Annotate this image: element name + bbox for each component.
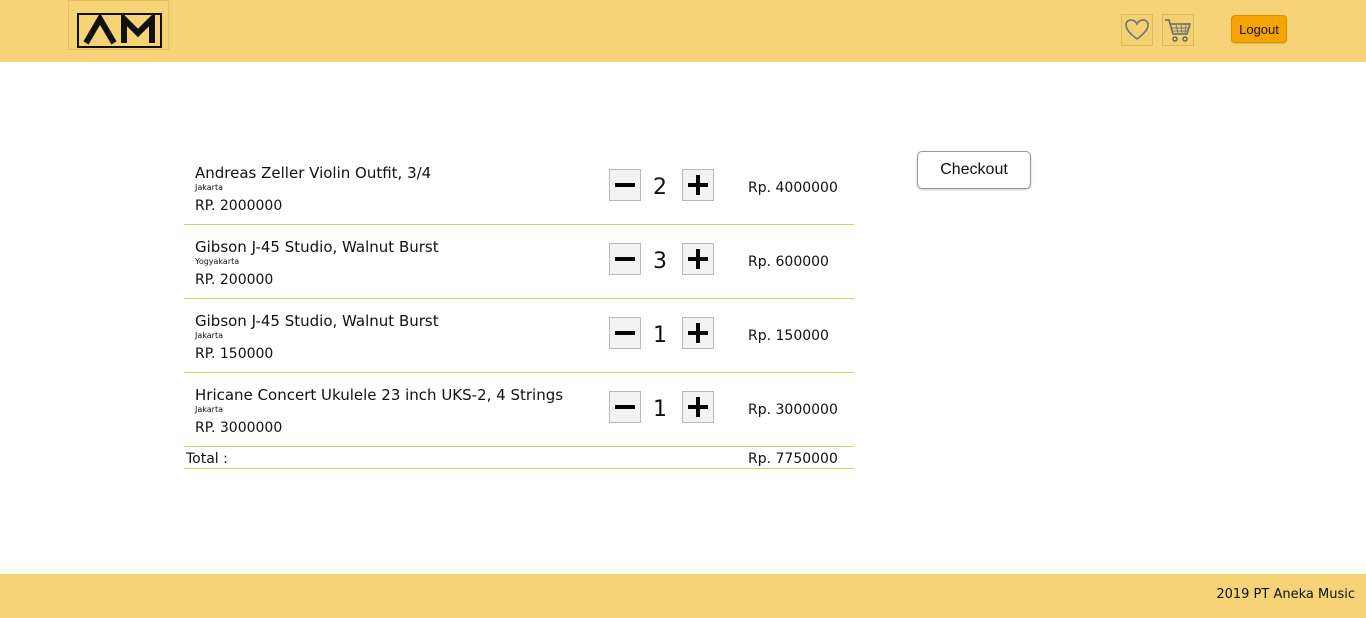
checkout-button[interactable]: Checkout <box>917 151 1031 189</box>
minus-icon <box>615 183 635 187</box>
minus-icon <box>615 257 635 261</box>
product-name: Andreas Zeller Violin Outfit, 3/4 <box>195 164 432 182</box>
product-city: Jakarta <box>195 331 223 340</box>
cart-list: Andreas Zeller Violin Outfit, 3/4 Jakart… <box>184 151 854 469</box>
quantity-value: 1 <box>653 397 667 422</box>
increase-quantity-button[interactable] <box>682 391 714 423</box>
am-logo-icon <box>77 13 162 48</box>
cart-row: Andreas Zeller Violin Outfit, 3/4 Jakart… <box>184 151 854 225</box>
cart-button[interactable] <box>1162 14 1194 46</box>
increase-quantity-button[interactable] <box>682 169 714 201</box>
product-name: Hricane Concert Ukulele 23 inch UKS-2, 4… <box>195 386 564 404</box>
plus-icon <box>688 397 708 417</box>
quantity-value: 2 <box>653 175 667 200</box>
product-name: Gibson J-45 Studio, Walnut Burst <box>195 312 439 330</box>
item-subtotal: Rp. 600000 <box>748 254 829 270</box>
product-name: Gibson J-45 Studio, Walnut Burst <box>195 238 439 256</box>
increase-quantity-button[interactable] <box>682 317 714 349</box>
product-city: Yogyakarta <box>195 257 240 266</box>
product-city: Jakarta <box>195 183 223 192</box>
product-city: Jakarta <box>195 405 223 414</box>
item-subtotal: Rp. 4000000 <box>748 180 838 196</box>
plus-icon <box>688 175 708 195</box>
product-price: RP. 200000 <box>195 272 274 288</box>
logout-button[interactable]: Logout <box>1231 15 1287 43</box>
cart-row: Gibson J-45 Studio, Walnut Burst Jakarta… <box>184 299 854 373</box>
product-price: RP. 2000000 <box>195 198 283 214</box>
increase-quantity-button[interactable] <box>682 243 714 275</box>
item-subtotal: Rp. 150000 <box>748 328 829 344</box>
plus-icon <box>688 323 708 343</box>
plus-icon <box>688 249 708 269</box>
decrease-quantity-button[interactable] <box>609 243 641 275</box>
total-row: Total : Rp. 7750000 <box>184 447 854 469</box>
footer-copyright: 2019 PT Aneka Music <box>1216 587 1355 602</box>
cart-row: Gibson J-45 Studio, Walnut Burst Yogyaka… <box>184 225 854 299</box>
cart-row: Hricane Concert Ukulele 23 inch UKS-2, 4… <box>184 373 854 447</box>
quantity-value: 3 <box>653 249 667 274</box>
product-price: RP. 150000 <box>195 346 274 362</box>
heart-icon <box>1125 19 1149 41</box>
decrease-quantity-button[interactable] <box>609 391 641 423</box>
footer: 2019 PT Aneka Music <box>0 574 1366 618</box>
logo[interactable] <box>68 0 169 50</box>
total-label: Total : <box>186 451 228 467</box>
minus-icon <box>615 405 635 409</box>
decrease-quantity-button[interactable] <box>609 169 641 201</box>
total-value: Rp. 7750000 <box>748 451 838 467</box>
minus-icon <box>615 331 635 335</box>
header: Logout <box>0 0 1366 62</box>
wishlist-button[interactable] <box>1121 14 1153 46</box>
product-price: RP. 3000000 <box>195 420 283 436</box>
shopping-cart-icon <box>1165 19 1192 42</box>
decrease-quantity-button[interactable] <box>609 317 641 349</box>
item-subtotal: Rp. 3000000 <box>748 402 838 418</box>
quantity-value: 1 <box>653 323 667 348</box>
